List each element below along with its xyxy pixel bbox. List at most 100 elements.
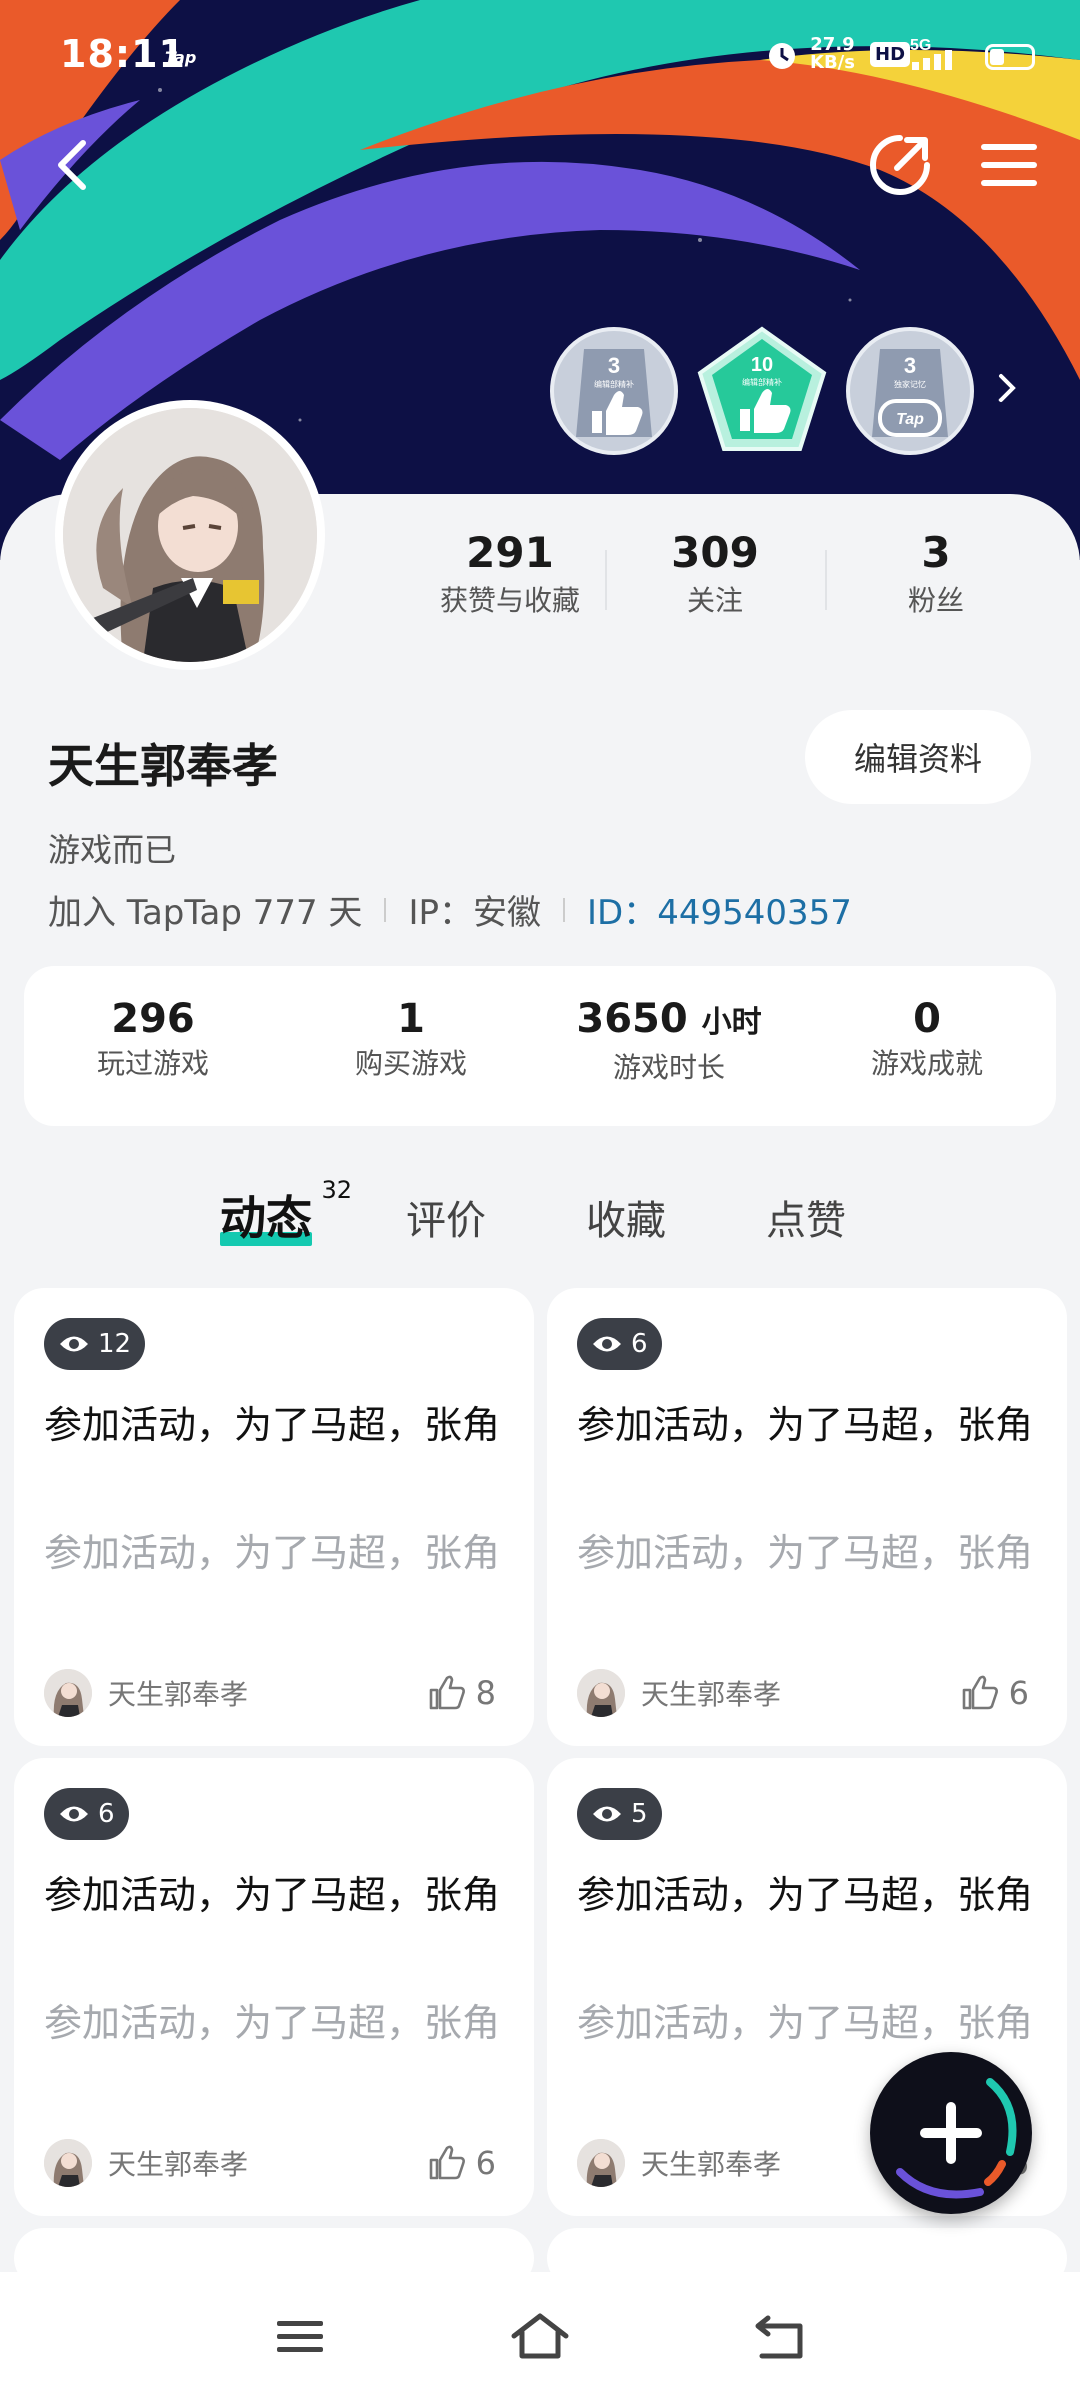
post-card[interactable]: 6 参加活动，为了马超，张角 参加活动，为了马超，张角 天生郭奉孝 6 bbox=[14, 1758, 534, 2216]
post-body: 参加活动，为了马超，张角 bbox=[44, 1531, 501, 1575]
hd-badge: HD bbox=[870, 42, 911, 67]
back-icon bbox=[755, 2315, 803, 2359]
author-name: 天生郭奉孝 bbox=[641, 2148, 782, 2181]
username: 天生郭奉孝 bbox=[48, 739, 278, 793]
stat-following[interactable]: 309 关注 bbox=[605, 525, 825, 621]
like-button[interactable]: 8 bbox=[428, 1668, 496, 1718]
post-title: 参加活动，为了马超，张角 bbox=[44, 1873, 501, 1917]
tab-collections[interactable]: 收藏 bbox=[586, 1188, 666, 1246]
badge-1-level: 3 bbox=[608, 353, 620, 378]
tab-collections-label: 收藏 bbox=[586, 1198, 666, 1244]
author-name: 天生郭奉孝 bbox=[108, 1678, 249, 1711]
thumb-up-icon bbox=[429, 1675, 465, 1710]
eye-icon bbox=[593, 1336, 621, 1352]
joined-days: 加入 TapTap 777 天 bbox=[48, 893, 363, 933]
status-bar: 18:11 Tap 27.9 KB/s HD 5G bbox=[0, 0, 1080, 110]
menu-icon bbox=[981, 144, 1037, 186]
plus-icon bbox=[896, 2078, 1017, 2199]
author-avatar bbox=[577, 1669, 625, 1717]
achievements-value: 0 bbox=[913, 996, 941, 1042]
content-tabs: 动态 32 评价 收藏 点赞 bbox=[0, 1176, 1080, 1260]
badge-3-caption: 独家记忆 bbox=[894, 379, 926, 389]
post-body: 参加活动，为了马超，张角 bbox=[577, 2001, 1034, 2045]
like-count: 6 bbox=[475, 2144, 496, 2182]
recents-icon bbox=[277, 2321, 323, 2352]
stat-following-value: 309 bbox=[671, 528, 759, 577]
system-nav-bar bbox=[0, 2272, 1080, 2400]
tab-posts[interactable]: 动态 32 bbox=[220, 1176, 352, 1248]
games-bought-label: 购买游戏 bbox=[354, 1047, 467, 1080]
post-author[interactable]: 天生郭奉孝 bbox=[44, 1668, 248, 1718]
play-time-label: 游戏时长 bbox=[612, 1051, 725, 1084]
post-author[interactable]: 天生郭奉孝 bbox=[577, 2138, 781, 2188]
games-played-value: 296 bbox=[111, 996, 195, 1042]
badge-1-caption: 编辑部精补 bbox=[594, 379, 634, 389]
view-count: 5 bbox=[631, 1799, 648, 1829]
eye-icon bbox=[593, 1806, 621, 1822]
nav-recents-button[interactable] bbox=[260, 2302, 340, 2372]
anime-girl-avatar-icon bbox=[63, 408, 317, 662]
author-name: 天生郭奉孝 bbox=[641, 1678, 782, 1711]
network-type: 5G bbox=[910, 37, 931, 54]
share-icon bbox=[870, 135, 930, 195]
eye-icon bbox=[60, 1336, 88, 1352]
badge-2-caption: 编辑部精补 bbox=[742, 377, 782, 387]
author-avatar bbox=[577, 2139, 625, 2187]
play-time[interactable]: 3650 小时 游戏时长 bbox=[540, 994, 798, 1088]
view-count: 12 bbox=[98, 1329, 132, 1359]
like-button[interactable]: 6 bbox=[428, 2138, 496, 2188]
tab-likes[interactable]: 点赞 bbox=[766, 1188, 846, 1246]
like-button[interactable]: 6 bbox=[961, 1668, 1029, 1718]
post-title: 参加活动，为了马超，张角 bbox=[577, 1403, 1034, 1447]
post-author[interactable]: 天生郭奉孝 bbox=[577, 1668, 781, 1718]
post-body: 参加活动，为了马超，张角 bbox=[577, 1531, 1034, 1575]
post-title: 参加活动，为了马超，张角 bbox=[577, 1873, 1034, 1917]
post-body: 参加活动，为了马超，张角 bbox=[44, 2001, 501, 2045]
share-button[interactable] bbox=[865, 130, 935, 200]
nav-back-button[interactable] bbox=[740, 2302, 820, 2372]
bio-text: 游戏而已 bbox=[48, 831, 177, 869]
profile-meta: 加入 TapTap 777 天 IP：安徽 ID：449540357 bbox=[48, 885, 852, 934]
menu-button[interactable] bbox=[974, 130, 1044, 200]
eye-icon bbox=[60, 1806, 88, 1822]
achievements[interactable]: 0 游戏成就 bbox=[798, 994, 1056, 1084]
user-id[interactable]: ID：449540357 bbox=[587, 885, 852, 934]
gamepad-badge-icon: 3 独家记忆 Tap bbox=[846, 327, 974, 455]
create-post-button[interactable] bbox=[870, 2052, 1032, 2214]
badge-2[interactable]: 10 编辑部精补 bbox=[696, 325, 828, 457]
avatar-icon bbox=[44, 2139, 92, 2187]
badge-3-level: 3 bbox=[904, 353, 916, 378]
user-id-label: ID： bbox=[586, 893, 658, 933]
games-played[interactable]: 296 玩过游戏 bbox=[24, 994, 282, 1084]
post-title: 参加活动，为了马超，张角 bbox=[44, 1403, 501, 1447]
view-count-badge: 5 bbox=[577, 1788, 662, 1840]
badge-2-level: 10 bbox=[751, 354, 773, 376]
avatar-icon bbox=[577, 1669, 625, 1717]
post-card[interactable]: 6 参加活动，为了马超，张角 参加活动，为了马超，张角 天生郭奉孝 6 bbox=[547, 1288, 1067, 1746]
games-bought[interactable]: 1 购买游戏 bbox=[282, 994, 540, 1084]
signal-icon: 5G bbox=[910, 37, 952, 70]
badge-1[interactable]: 3 编辑部精补 bbox=[548, 325, 680, 457]
stat-likes[interactable]: 291 获赞与收藏 bbox=[400, 525, 620, 621]
speed-unit: KB/s bbox=[810, 52, 855, 73]
nav-home-button[interactable] bbox=[500, 2302, 580, 2372]
stat-likes-value: 291 bbox=[466, 528, 554, 577]
view-count-badge: 12 bbox=[44, 1318, 146, 1370]
badges-more-chevron-icon[interactable] bbox=[995, 370, 1019, 406]
stat-fans-value: 3 bbox=[921, 528, 951, 577]
game-stats-panel: 296 玩过游戏 1 购买游戏 3650 小时 游戏时长 0 游戏成就 bbox=[24, 966, 1056, 1126]
stat-following-label: 关注 bbox=[686, 584, 743, 617]
back-button[interactable] bbox=[38, 130, 108, 200]
avatar-icon bbox=[44, 1669, 92, 1717]
thumb-up-icon bbox=[429, 2145, 465, 2180]
badge-3[interactable]: 3 独家记忆 Tap bbox=[844, 325, 976, 457]
post-card[interactable]: 12 参加活动，为了马超，张角 参加活动，为了马超，张角 天生郭奉孝 8 bbox=[14, 1288, 534, 1746]
thumb-up-badge-icon: 10 编辑部精补 bbox=[697, 326, 827, 451]
view-count: 6 bbox=[631, 1329, 648, 1359]
tab-reviews[interactable]: 评价 bbox=[406, 1188, 486, 1246]
post-author[interactable]: 天生郭奉孝 bbox=[44, 2138, 248, 2188]
edit-profile-button[interactable]: 编辑资料 bbox=[805, 710, 1031, 804]
achievements-label: 游戏成就 bbox=[870, 1047, 983, 1080]
stat-fans[interactable]: 3 粉丝 bbox=[826, 525, 1046, 621]
avatar[interactable] bbox=[55, 400, 325, 670]
